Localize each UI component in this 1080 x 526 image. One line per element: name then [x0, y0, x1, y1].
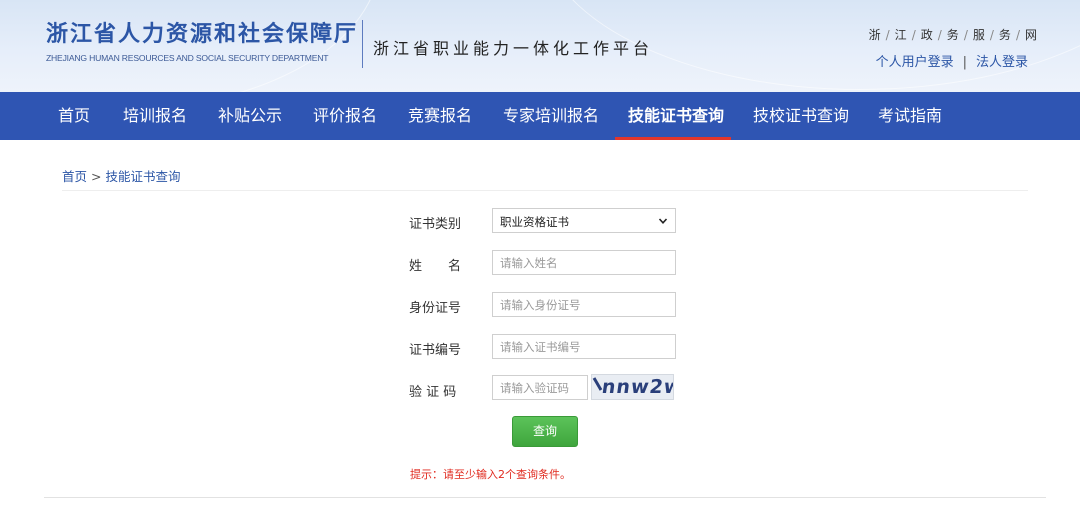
- gov-service-char: 服: [972, 28, 986, 42]
- cert-type-value: 职业资格证书: [500, 215, 569, 229]
- breadcrumb-home[interactable]: 首页: [62, 169, 87, 184]
- cert-number-input[interactable]: [492, 334, 676, 359]
- nav-item-evaluation-signup[interactable]: 评价报名: [313, 92, 377, 140]
- org-name-english: ZHEJIANG HUMAN RESOURCES AND SOCIAL SECU…: [46, 53, 329, 63]
- gov-service-char: 网: [1024, 28, 1038, 42]
- nav-item-exam-guide[interactable]: 考试指南: [878, 92, 942, 140]
- login-links: 个人用户登录 | 法人登录: [876, 51, 1028, 70]
- name-label: 姓 名: [409, 259, 462, 274]
- gov-service-char: 江: [894, 28, 908, 42]
- nav-item-school-cert-query[interactable]: 技校证书查询: [753, 92, 849, 140]
- login-separator: |: [962, 55, 967, 70]
- captcha-image[interactable]: nnw2w: [591, 374, 674, 400]
- query-button[interactable]: 查询: [512, 416, 578, 447]
- cert-type-select[interactable]: 职业资格证书: [492, 208, 676, 233]
- cert-number-label: 证书编号: [409, 343, 462, 358]
- nav-item-skill-cert-query[interactable]: 技能证书查询: [628, 92, 724, 140]
- breadcrumb-divider: [62, 190, 1028, 191]
- legal-login-link[interactable]: 法人登录: [976, 55, 1028, 70]
- query-hint: 提示：请至少输入2个查询条件。: [410, 468, 571, 481]
- header-divider: [362, 20, 363, 68]
- breadcrumb-separator: >: [91, 169, 102, 184]
- id-number-label: 身份证号: [409, 301, 462, 316]
- cert-type-label: 证书类别: [409, 217, 462, 232]
- breadcrumb-current[interactable]: 技能证书查询: [106, 169, 181, 184]
- nav-item-contest-signup[interactable]: 竞赛报名: [408, 92, 472, 140]
- platform-name: 浙江省职业能力一体化工作平台: [373, 39, 654, 58]
- name-input[interactable]: [492, 250, 676, 275]
- gov-service-char: 政: [920, 28, 934, 42]
- captcha-code: nnw2w: [600, 376, 674, 398]
- main-nav: 首页 培训报名 补贴公示 评价报名 竞赛报名 专家培训报名 技能证书查询 技校证…: [0, 92, 1080, 140]
- captcha-input[interactable]: [492, 375, 588, 400]
- id-number-input[interactable]: [492, 292, 676, 317]
- gov-service-char: 务: [946, 28, 960, 42]
- org-name: 浙江省人力资源和社会保障厅: [46, 22, 359, 47]
- nav-item-subsidy-notice[interactable]: 补贴公示: [218, 92, 282, 140]
- site-header: 浙江省人力资源和社会保障厅 ZHEJIANG HUMAN RESOURCES A…: [0, 0, 1080, 92]
- captcha-label: 验 证 码: [409, 385, 457, 400]
- personal-login-link[interactable]: 个人用户登录: [876, 55, 954, 70]
- gov-service-link[interactable]: 浙 / 江 / 政 / 务 / 服 / 务 / 网: [869, 26, 1038, 43]
- nav-item-home[interactable]: 首页: [58, 92, 90, 140]
- nav-item-expert-training[interactable]: 专家培训报名: [503, 92, 599, 140]
- gov-service-char: 浙: [868, 28, 882, 42]
- chevron-down-icon: [658, 218, 668, 224]
- footer-divider: [44, 497, 1046, 498]
- active-nav-indicator: [615, 137, 731, 140]
- gov-service-char: 务: [998, 28, 1012, 42]
- nav-item-training-signup[interactable]: 培训报名: [123, 92, 187, 140]
- breadcrumb: 首页 > 技能证书查询: [62, 166, 181, 185]
